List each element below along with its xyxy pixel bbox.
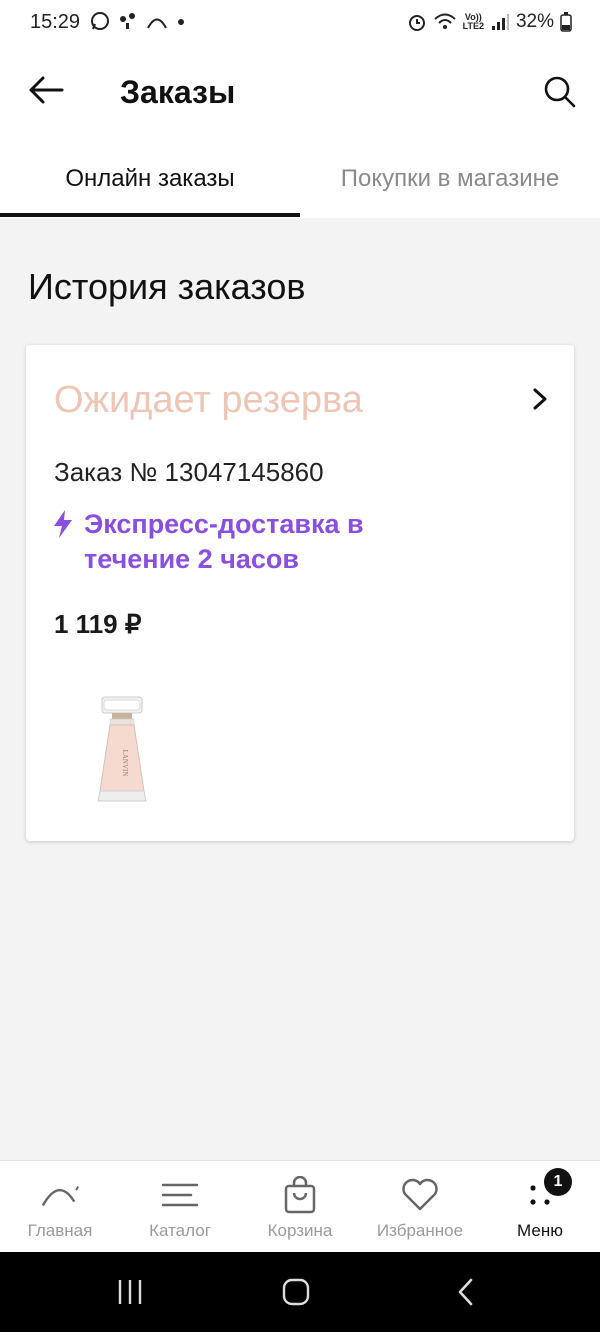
tab-indicator — [0, 213, 300, 217]
page-title: Заказы — [120, 74, 236, 110]
tab-bar: Онлайн заказы Покупки в магазине — [0, 140, 600, 218]
battery-percent: 32% — [515, 11, 554, 32]
delivery-info: Экспресс-доставка в течение 2 часов — [52, 507, 444, 577]
chevron-right-icon[interactable] — [526, 385, 554, 413]
app-arc-icon — [147, 18, 167, 29]
home-button[interactable] — [266, 1272, 326, 1312]
order-card[interactable]: Ожидает резерва Заказ № 13047145860 Эксп… — [26, 345, 574, 841]
heart-icon — [400, 1175, 440, 1215]
arrow-left-icon — [29, 76, 64, 104]
app-bar: Заказы — [0, 48, 600, 140]
order-status: Ожидает резерва — [54, 379, 363, 421]
lightning-icon — [52, 507, 76, 543]
section-title: История заказов — [28, 266, 306, 307]
home-arc-icon — [40, 1175, 80, 1215]
nav-menu[interactable]: Меню — [480, 1161, 600, 1253]
nav-favorites[interactable]: Избранное — [360, 1161, 480, 1253]
whatsapp-icon — [91, 12, 109, 30]
menu-notification-badge: 1 — [544, 1168, 572, 1196]
order-price: 1 119 ₽ — [54, 609, 142, 639]
back-chevron-icon — [458, 1278, 473, 1306]
nav-home[interactable]: Главная — [0, 1161, 120, 1253]
tab-online-orders[interactable]: Онлайн заказы — [0, 140, 300, 218]
notification-icons — [90, 11, 186, 31]
system-nav-bar — [0, 1252, 600, 1332]
recent-apps-icon — [118, 1280, 142, 1304]
voicemail-icon — [120, 13, 135, 29]
nav-home-label: Главная — [27, 1221, 93, 1240]
status-time: 15:29 — [30, 11, 81, 33]
svg-text:LANVIN: LANVIN — [121, 750, 129, 777]
nav-cart[interactable]: Корзина — [240, 1161, 360, 1253]
nav-menu-label: Меню — [517, 1221, 563, 1240]
search-button[interactable] — [540, 72, 580, 112]
back-nav-button[interactable] — [436, 1272, 496, 1312]
network-type: Vo)) LTE2 — [462, 12, 484, 31]
alarm-icon — [408, 15, 425, 31]
status-right: Vo)) LTE2 32% — [407, 11, 572, 33]
bag-icon — [280, 1175, 320, 1215]
search-icon — [544, 76, 576, 108]
wifi-icon — [433, 13, 456, 29]
dot-icon — [178, 19, 184, 25]
nav-catalog[interactable]: Каталог — [120, 1161, 240, 1253]
catalog-lines-icon — [160, 1175, 200, 1215]
tab-store-purchases[interactable]: Покупки в магазине — [300, 140, 600, 218]
battery-icon — [560, 12, 572, 32]
delivery-text: Экспресс-доставка в течение 2 часов — [84, 509, 364, 574]
order-number: Заказ № 13047145860 — [54, 457, 324, 487]
status-bar: 15:29 Vo)) LTE2 32% — [0, 0, 600, 48]
nav-cart-label: Корзина — [267, 1221, 333, 1240]
product-image[interactable]: LANVIN — [82, 695, 162, 810]
nav-favorites-label: Избранное — [376, 1221, 464, 1240]
nav-catalog-label: Каталог — [149, 1221, 211, 1240]
bottom-nav: Главная Каталог Корзина Избранное Меню — [0, 1160, 600, 1252]
home-icon — [282, 1278, 310, 1306]
signal-icon — [491, 14, 509, 30]
recent-apps-button[interactable] — [100, 1272, 160, 1312]
back-button[interactable] — [26, 70, 66, 110]
